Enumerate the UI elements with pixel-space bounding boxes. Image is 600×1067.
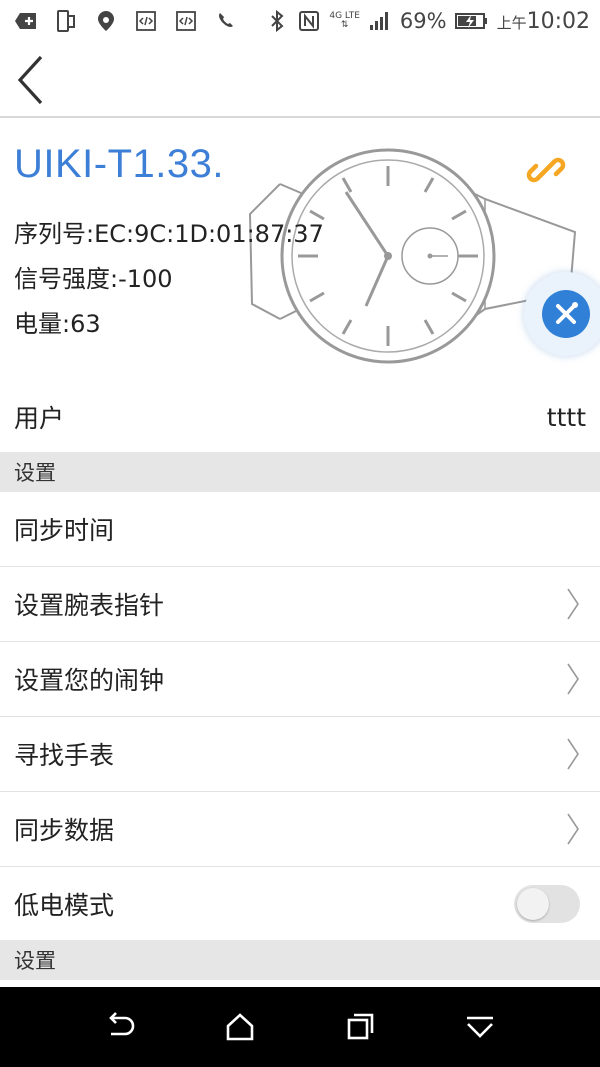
signal-value: -100 [118, 265, 173, 293]
network-type: 4G LTE ⇅ [329, 11, 360, 30]
settings-item-label: 设置腕表指针 [14, 591, 165, 620]
toggle-knob [517, 887, 549, 920]
battery-charging-icon [454, 9, 489, 33]
chevron-right-icon [567, 813, 579, 845]
user-value: tttt [546, 402, 586, 432]
nav-notifications-button[interactable] [455, 1002, 505, 1052]
chevron-down-icon [467, 1016, 493, 1038]
settings-item-label: 同步数据 [14, 816, 115, 845]
settings-item-sync-time[interactable]: 同步时间 [0, 492, 600, 567]
device-name: UIKI-T1.33. [14, 142, 225, 186]
settings-item-watch-hands[interactable]: 设置腕表指针 [0, 567, 600, 642]
settings-item-label: 同步时间 [14, 516, 115, 545]
status-bar: 4G LTE ⇅ 69% 上午10:02 [0, 0, 600, 42]
status-bar-right: 4G LTE ⇅ 69% 上午10:02 [265, 9, 590, 34]
chevron-right-icon [567, 588, 579, 620]
signal-icon [368, 9, 392, 33]
user-label: 用户 [14, 404, 65, 433]
nfc-icon [297, 9, 321, 33]
serial-number: 序列号:EC:9C:1D:01:87:37 [14, 214, 324, 249]
code-icon [174, 9, 198, 33]
tools-icon [542, 290, 590, 338]
battery-value: 63 [70, 310, 101, 338]
add-icon [14, 9, 38, 33]
nav-home-button[interactable] [215, 1002, 265, 1052]
home-icon [226, 1013, 254, 1041]
nav-back-button[interactable] [95, 1002, 145, 1052]
serial-label: 序列号: [14, 220, 95, 248]
bluetooth-icon [265, 9, 289, 33]
clock: 上午10:02 [497, 9, 590, 34]
phone-screen-icon [54, 9, 78, 33]
nav-recents-button[interactable] [335, 1002, 385, 1052]
battery-level: 电量:63 [14, 304, 101, 339]
back-button[interactable] [10, 52, 50, 108]
signal-label: 信号强度: [14, 265, 119, 293]
settings-item-sync-data[interactable]: 同步数据 [0, 792, 600, 867]
settings-item-label: 设置您的闹钟 [14, 666, 165, 695]
status-bar-left [14, 9, 238, 33]
low-power-toggle[interactable] [514, 884, 580, 923]
chevron-right-icon [567, 663, 579, 695]
settings-item-label: 低电模式 [14, 890, 115, 920]
back-chevron-icon [17, 55, 43, 105]
clock-prefix: 上午 [496, 13, 527, 32]
code-icon [134, 9, 158, 33]
serial-value: EC:9C:1D:01:87:37 [94, 220, 324, 248]
location-icon [94, 9, 118, 33]
user-row[interactable]: 用户 tttt [0, 382, 600, 452]
device-info: UIKI-T1.33. 序列号:EC:9C:1D:01:87:37 信号强度:-… [0, 118, 600, 388]
battery-label: 电量: [14, 310, 71, 338]
section-header-settings: 设置 [0, 452, 600, 492]
settings-item-low-power: 低电模式 [0, 867, 600, 940]
system-nav-bar [0, 987, 600, 1067]
signal-strength: 信号强度:-100 [14, 259, 173, 294]
call-icon [214, 9, 238, 33]
settings-item-alarm[interactable]: 设置您的闹钟 [0, 642, 600, 717]
settings-item-label: 寻找手表 [14, 741, 115, 770]
section-header-settings-2: 设置 [0, 940, 600, 980]
recents-icon [347, 1013, 374, 1040]
link-icon[interactable] [524, 148, 568, 192]
back-arrow-icon [109, 1012, 135, 1036]
app-bar [0, 42, 600, 118]
clock-time: 10:02 [526, 8, 590, 34]
settings-item-find-watch[interactable]: 寻找手表 [0, 717, 600, 792]
floating-tool-button[interactable] [524, 272, 600, 356]
chevron-right-icon [567, 738, 579, 770]
battery-percent: 69% [399, 9, 447, 33]
